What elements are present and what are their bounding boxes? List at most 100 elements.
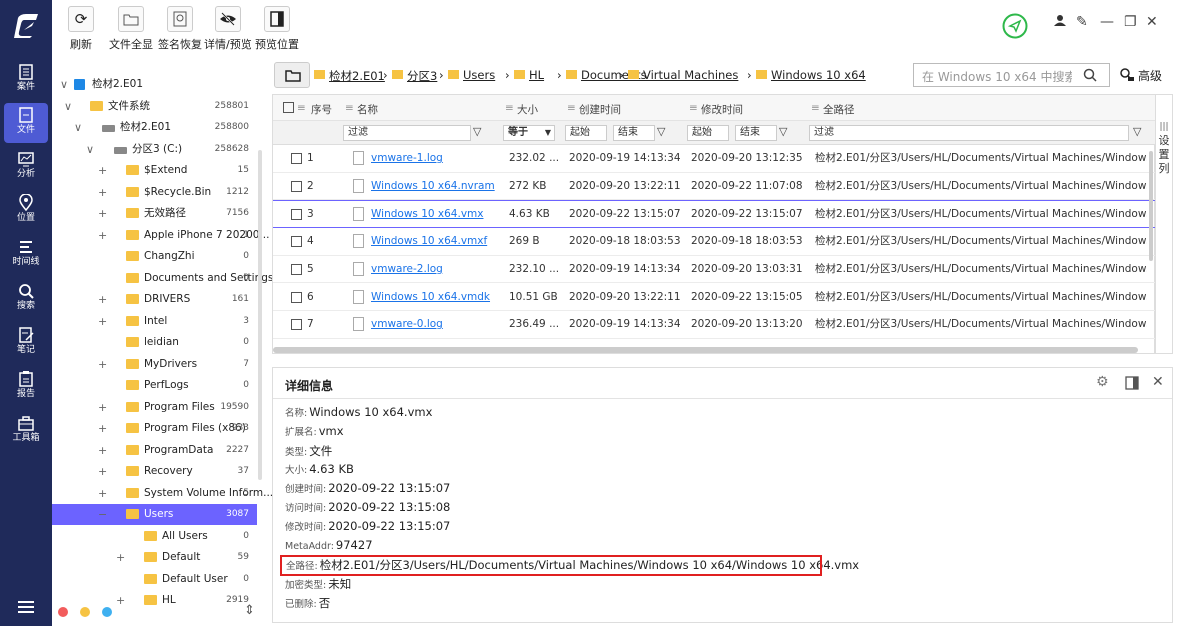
breadcrumb-item[interactable]: HL: [529, 68, 544, 82]
row-name[interactable]: vmware-2.log: [371, 256, 501, 283]
chevron-down-icon[interactable]: ∨: [60, 74, 68, 95]
row-name[interactable]: Windows 10 x64.nvram: [371, 173, 501, 200]
expand-icon[interactable]: +: [98, 225, 107, 246]
tree-item[interactable]: ∨ 检材2.E01: [52, 74, 257, 95]
column-seq[interactable]: 序号: [311, 102, 332, 117]
name-filter-input[interactable]: 过滤: [343, 125, 471, 141]
nav-toolbox[interactable]: 工具箱: [4, 411, 48, 451]
expand-icon[interactable]: +: [116, 590, 125, 611]
path-filter-input[interactable]: 过滤: [809, 125, 1129, 141]
tree-item[interactable]: ∨ 文件系统 258801: [52, 96, 257, 117]
row-name[interactable]: vmware-0.log: [371, 311, 501, 338]
table-row[interactable]: 1 vmware-1.log 232.02 ... 2020-09-19 14:13:…: [273, 145, 1156, 173]
row-checkbox[interactable]: [291, 209, 302, 221]
collapse-icon[interactable]: ⇕: [244, 603, 255, 618]
yellow-dot-icon[interactable]: [80, 607, 90, 617]
row-checkbox[interactable]: [291, 153, 302, 164]
tree-item[interactable]: + ProgramData 2227: [52, 440, 257, 461]
gear-icon[interactable]: ⚙: [1096, 374, 1109, 390]
nav-search[interactable]: 搜索: [4, 279, 48, 319]
expand-icon[interactable]: +: [98, 354, 107, 375]
expand-icon[interactable]: +: [98, 461, 107, 482]
tree-item[interactable]: + MyDrivers 7: [52, 354, 257, 375]
preview-position-button[interactable]: 预览位置: [255, 6, 299, 52]
signature-recover-button[interactable]: 签名恢复: [158, 6, 202, 52]
tree-item[interactable]: Documents and Settings 0: [52, 268, 273, 289]
row-name[interactable]: Windows 10 x64.vmxf: [371, 228, 501, 255]
breadcrumb-item[interactable]: 检材2.E01: [329, 68, 385, 84]
row-checkbox[interactable]: [291, 236, 302, 248]
tree-item[interactable]: + DRIVERS 161: [52, 289, 257, 310]
chevron-down-icon[interactable]: ∨: [74, 117, 82, 138]
column-name[interactable]: 名称: [357, 102, 378, 117]
table-row[interactable]: 4 Windows 10 x64.vmxf 269 B 2020-09-18 18:0…: [273, 228, 1156, 256]
expand-icon[interactable]: +: [116, 547, 125, 568]
minimize-icon[interactable]: —: [1100, 14, 1114, 30]
expand-icon[interactable]: +: [98, 397, 107, 418]
tree-item[interactable]: + Apple iPhone 7 20200... 1: [52, 225, 269, 246]
pin-icon[interactable]: ✎: [1076, 14, 1088, 30]
nav-report[interactable]: 报告: [4, 367, 48, 407]
table-row[interactable]: 6 Windows 10 x64.vmdk 10.51 GB 2020-09-20 1…: [273, 284, 1156, 311]
expand-icon[interactable]: +: [98, 182, 107, 203]
filter-icon[interactable]: ▽: [473, 125, 481, 138]
menu-icon[interactable]: [18, 600, 34, 614]
expand-icon[interactable]: +: [98, 160, 107, 181]
tree-item[interactable]: + Intel 3: [52, 311, 257, 332]
collapse-icon[interactable]: −: [98, 504, 107, 525]
size-filter-select[interactable]: 等于 ▼: [503, 125, 555, 141]
tree-scrollbar[interactable]: [258, 150, 262, 480]
tree-item[interactable]: + Program Files 19590: [52, 397, 257, 418]
table-row[interactable]: 3 Windows 10 x64.vmx 4.63 KB 2020-09-22 13:…: [273, 200, 1156, 228]
row-name[interactable]: vmware-1.log: [371, 145, 501, 172]
row-checkbox[interactable]: [291, 180, 302, 192]
tree-item[interactable]: ∨ 检材2.E01 258800: [52, 117, 257, 138]
nav-analysis[interactable]: 分析: [4, 147, 48, 187]
close-icon[interactable]: ✕: [1152, 374, 1164, 390]
tree-item[interactable]: ∨ 分区3 (C:) 258628: [52, 139, 257, 160]
tree-item[interactable]: Default User 0: [52, 569, 257, 590]
refresh-button[interactable]: ⟳ 刷新: [68, 6, 94, 52]
tree-item[interactable]: + Program Files (x86) 933: [52, 418, 257, 439]
red-dot-icon[interactable]: [58, 607, 68, 617]
row-checkbox[interactable]: [291, 291, 302, 303]
row-name[interactable]: Windows 10 x64.vmx: [371, 201, 501, 228]
table-row[interactable]: 7 vmware-0.log 236.49 ... 2020-09-19 14:13:…: [273, 311, 1156, 339]
search-input[interactable]: 在 Windows 10 x64 中搜索: [913, 63, 1110, 87]
blue-dot-icon[interactable]: [102, 607, 112, 617]
panel-toggle-icon[interactable]: [1125, 376, 1139, 390]
table-row[interactable]: 2 Windows 10 x64.nvram 272 KB 2020-09-20 13…: [273, 173, 1156, 201]
nav-timeline[interactable]: 时间线: [4, 235, 48, 275]
tree-item[interactable]: + $Extend 15: [52, 160, 257, 181]
tree-item[interactable]: ChangZhi 0: [52, 246, 257, 267]
column-settings-button[interactable]: ||| 设置列: [1155, 94, 1173, 354]
nav-location[interactable]: 位置: [4, 191, 48, 231]
tree-item[interactable]: + Default 59: [52, 547, 257, 568]
breadcrumb-item[interactable]: Windows 10 x64: [771, 68, 866, 82]
tree-item[interactable]: All Users 0: [52, 526, 257, 547]
expand-icon[interactable]: +: [98, 289, 107, 310]
tree-item[interactable]: − Users 3087: [52, 504, 257, 525]
breadcrumb-item[interactable]: 分区3: [407, 68, 437, 84]
tree-item[interactable]: PerfLogs 0: [52, 375, 257, 396]
expand-icon[interactable]: +: [98, 203, 107, 224]
tree-item[interactable]: + 无效路径 7156: [52, 203, 257, 224]
row-checkbox[interactable]: [291, 319, 302, 331]
tree-item[interactable]: + System Volume Inform... 5: [52, 483, 273, 504]
filter-icon[interactable]: ▽: [1133, 125, 1141, 138]
modified-start-input[interactable]: 起始: [687, 125, 729, 141]
tree-item[interactable]: + $Recycle.Bin 1212: [52, 182, 257, 203]
nav-notes[interactable]: 笔记: [4, 323, 48, 363]
path-folder-button[interactable]: [274, 62, 310, 88]
expand-icon[interactable]: +: [98, 418, 107, 439]
column-modified[interactable]: 修改时间: [701, 102, 743, 117]
search-icon[interactable]: [1083, 68, 1097, 82]
filter-icon[interactable]: ▽: [657, 125, 665, 138]
advanced-search-button[interactable]: 高级: [1120, 67, 1162, 84]
row-name[interactable]: Windows 10 x64.vmdk: [371, 284, 501, 311]
status-send-icon[interactable]: [1002, 13, 1028, 39]
breadcrumb-item[interactable]: Users: [463, 68, 495, 82]
filter-icon[interactable]: ▽: [779, 125, 787, 138]
vertical-scrollbar[interactable]: [1149, 151, 1153, 261]
user-icon[interactable]: [1054, 14, 1066, 26]
